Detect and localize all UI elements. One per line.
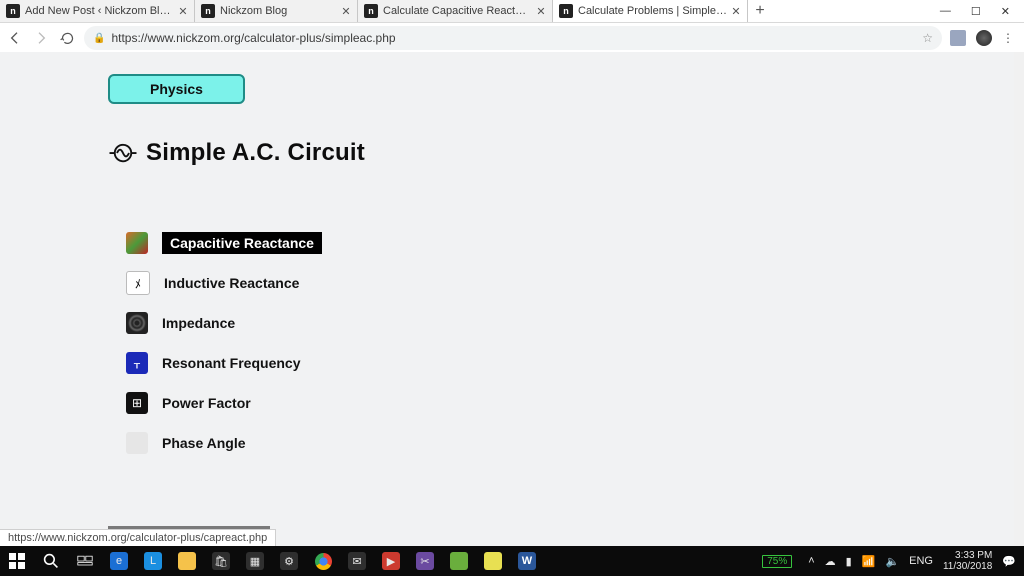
url-field[interactable]: 🔒 https://www.nickzom.org/calculator-plu… [84, 26, 942, 50]
tray-chevron-up-icon[interactable]: ˄ [808, 555, 814, 567]
tray-volume-icon[interactable]: 🔈 [885, 555, 899, 568]
tab-simple-ac-active[interactable]: n Calculate Problems | Simple AC C ✕ [553, 0, 748, 22]
taskbar-app-settings[interactable]: ⚙ [272, 546, 306, 576]
topic-icon: ⊞ [126, 392, 148, 414]
favicon: n [6, 4, 20, 18]
star-icon[interactable]: ☆ [922, 31, 933, 45]
close-icon[interactable]: ✕ [731, 5, 741, 18]
taskbar-app-video[interactable]: ▶ [374, 546, 408, 576]
extension-icons: ⋮ [950, 30, 1018, 46]
task-view-icon[interactable] [68, 546, 102, 576]
page-title: Simple A.C. Circuit [146, 139, 365, 167]
taskbar-app-snip[interactable]: ✂ [408, 546, 442, 576]
browser-tab-strip: n Add New Post ‹ Nickzom Blog — ✕ n Nick… [0, 0, 1024, 22]
start-button[interactable] [0, 546, 34, 576]
topic-resonant-frequency[interactable]: ᚁ Resonant Frequency [126, 350, 1014, 376]
favicon: n [201, 4, 215, 18]
taskbar-app-edge[interactable]: e [102, 546, 136, 576]
physics-button[interactable]: Physics [108, 74, 245, 104]
tab-title: Calculate Problems | Simple AC C [578, 5, 727, 17]
topic-impedance[interactable]: Impedance [126, 310, 1014, 336]
close-icon[interactable]: ✕ [341, 5, 351, 18]
topic-inductive-reactance[interactable]: ﾒ Inductive Reactance [126, 270, 1014, 296]
tray-onedrive-icon[interactable]: ☁ [825, 555, 836, 568]
tab-add-new-post[interactable]: n Add New Post ‹ Nickzom Blog — ✕ [0, 0, 195, 22]
topic-label: Impedance [162, 315, 235, 331]
minimize-icon[interactable]: — [940, 5, 951, 17]
profile-avatar[interactable] [976, 30, 992, 46]
taskbar-app-mail[interactable]: ✉ [340, 546, 374, 576]
topic-icon [126, 312, 148, 334]
new-tab-button[interactable]: + [748, 0, 772, 22]
vertical-scrollbar[interactable] [1014, 52, 1024, 546]
close-icon[interactable]: ✕ [178, 5, 188, 18]
taskbar-app-word[interactable]: W [510, 546, 544, 576]
taskbar-app-store[interactable]: 🛍 [204, 546, 238, 576]
favicon: n [559, 4, 573, 18]
status-bar-link: https://www.nickzom.org/calculator-plus/… [0, 529, 276, 546]
topic-capacitive-reactance[interactable]: Capacitive Reactance [126, 230, 1014, 256]
back-button[interactable] [6, 29, 24, 47]
tray-wifi-icon[interactable]: 📶 [862, 555, 876, 568]
topic-icon [126, 432, 148, 454]
tab-capacitive-reactance[interactable]: n Calculate Capacitive Reactance | ✕ [358, 0, 553, 22]
address-bar: 🔒 https://www.nickzom.org/calculator-plu… [0, 22, 1024, 54]
page-content: Physics Simple A.C. Circuit Capacitive R… [0, 52, 1014, 546]
page-heading: Simple A.C. Circuit [108, 138, 1014, 168]
chrome-menu-icon[interactable]: ⋮ [1002, 31, 1014, 45]
topic-list: Capacitive Reactance ﾒ Inductive Reactan… [126, 230, 1014, 456]
topic-power-factor[interactable]: ⊞ Power Factor [126, 390, 1014, 416]
tray-language[interactable]: ENG [909, 555, 933, 567]
battery-indicator[interactable]: 75% [762, 555, 792, 568]
topic-phase-angle[interactable]: Phase Angle [126, 430, 1014, 456]
tab-title: Calculate Capacitive Reactance | [383, 5, 532, 17]
topic-icon: ᚁ [126, 352, 148, 374]
window-controls: — ☐ ✕ [926, 0, 1024, 22]
taskbar: e L 🛍 ▦ ⚙ ✉ ▶ ✂ W 75% ˄ ☁ ▮ 📶 🔈 ENG 3:33… [0, 546, 1024, 576]
topic-label: Resonant Frequency [162, 355, 300, 371]
taskbar-app-yellow[interactable] [476, 546, 510, 576]
system-tray: ˄ ☁ ▮ 📶 🔈 ENG 3:33 PM 11/30/2018 💬 [800, 550, 1024, 572]
topic-label: Power Factor [162, 395, 251, 411]
taskbar-app-files[interactable] [170, 546, 204, 576]
taskbar-app-green[interactable] [442, 546, 476, 576]
close-window-icon[interactable]: ✕ [1001, 5, 1010, 18]
extension-icon[interactable] [950, 30, 966, 46]
topic-label: Capacitive Reactance [162, 232, 322, 254]
tab-nickzom-blog[interactable]: n Nickzom Blog ✕ [195, 0, 358, 22]
taskbar-app-l[interactable]: L [136, 546, 170, 576]
forward-button[interactable] [32, 29, 50, 47]
favicon: n [364, 4, 378, 18]
tab-title: Nickzom Blog [220, 5, 337, 17]
topic-icon: ﾒ [126, 271, 150, 295]
tray-time: 3:33 PM [955, 550, 992, 561]
tray-battery-icon[interactable]: ▮ [846, 555, 852, 568]
sine-wave-icon [108, 138, 138, 168]
lock-icon: 🔒 [93, 33, 105, 44]
topic-icon [126, 232, 148, 254]
tab-list: n Add New Post ‹ Nickzom Blog — ✕ n Nick… [0, 0, 772, 22]
tray-action-center-icon[interactable]: 💬 [1002, 555, 1016, 568]
tray-date: 11/30/2018 [943, 561, 992, 572]
url-text: https://www.nickzom.org/calculator-plus/… [111, 31, 916, 45]
topic-label: Inductive Reactance [164, 275, 299, 291]
taskbar-app-chrome[interactable] [306, 546, 340, 576]
topic-label: Phase Angle [162, 435, 246, 451]
page-viewport: Physics Simple A.C. Circuit Capacitive R… [0, 52, 1014, 546]
tray-clock[interactable]: 3:33 PM 11/30/2018 [943, 550, 992, 572]
search-icon[interactable] [34, 546, 68, 576]
tab-title: Add New Post ‹ Nickzom Blog — [25, 5, 174, 17]
maximize-icon[interactable]: ☐ [971, 5, 981, 18]
reload-button[interactable] [58, 29, 76, 47]
taskbar-app-calc[interactable]: ▦ [238, 546, 272, 576]
close-icon[interactable]: ✕ [536, 5, 546, 18]
